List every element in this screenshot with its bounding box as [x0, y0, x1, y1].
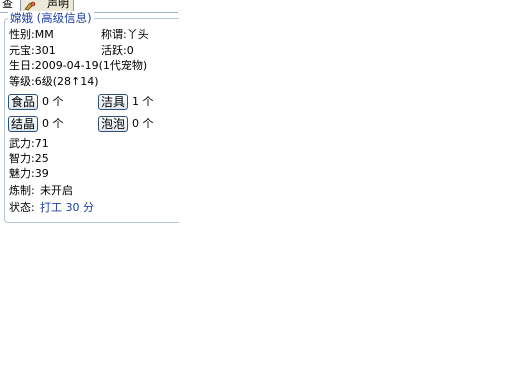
cleaner-count: 1 个: [132, 95, 154, 108]
food-button[interactable]: 食品: [8, 94, 38, 110]
crystal-count: 0 个: [42, 117, 64, 130]
active-field: 活跃:0: [101, 44, 134, 57]
birthday-field: 生日:2009-04-19(1代宠物): [9, 59, 148, 72]
wuli-field: 武力:71: [9, 137, 49, 150]
gender-field: 性别:MM: [9, 28, 54, 41]
tab-statement-label: 声明: [47, 0, 69, 10]
tab-left[interactable]: 查: [0, 0, 15, 11]
refine-label: 炼制:: [9, 184, 35, 197]
status-label: 状态:: [9, 201, 35, 214]
meili-field: 魅力:39: [9, 167, 49, 180]
cleaner-button[interactable]: 洁具: [98, 94, 128, 110]
yuanbao-field: 元宝:301: [9, 44, 56, 57]
refine-value: 未开启: [40, 184, 73, 197]
pet-tool-icon: [24, 1, 36, 11]
status-value[interactable]: 打工 30 分: [40, 201, 94, 215]
food-count: 0 个: [42, 95, 64, 108]
title-field: 称谓:丫头: [101, 28, 149, 41]
crystal-button[interactable]: 结晶: [8, 116, 38, 132]
bubble-button[interactable]: 泡泡: [98, 116, 128, 132]
level-field: 等级:6级(28↑14): [9, 75, 99, 88]
zhili-field: 智力:25: [9, 152, 49, 165]
panel-title: 嫦娥 (高级信息): [8, 11, 94, 25]
bubble-count: 0 个: [132, 117, 154, 130]
